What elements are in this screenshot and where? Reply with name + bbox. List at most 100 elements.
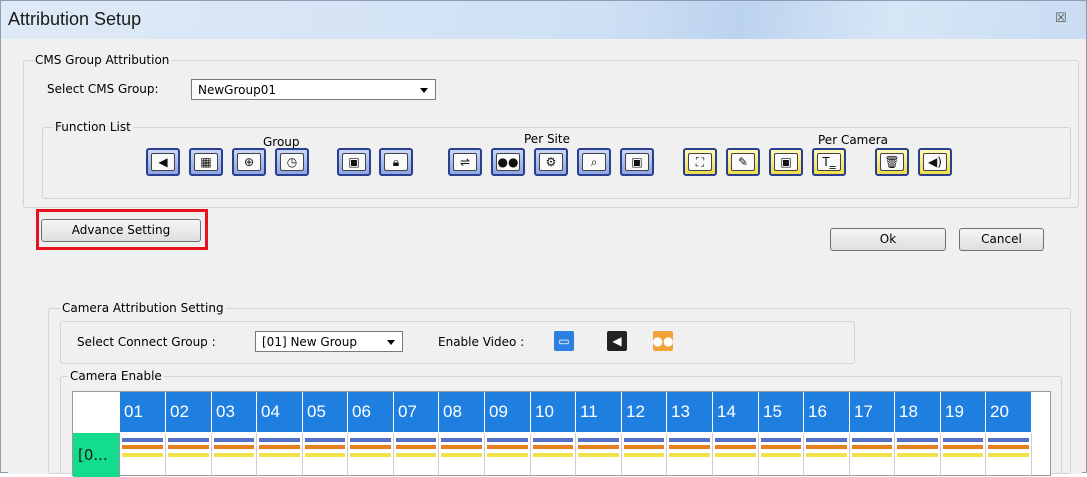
camera-column-10[interactable]: 10	[531, 392, 576, 432]
camera-image-settings-button[interactable]: ▣	[769, 148, 803, 176]
camera-cell-05[interactable]	[303, 433, 348, 477]
cms-group-select-value: NewGroup01	[198, 83, 276, 97]
attribution-setup-window: Attribution Setup ☒ CMS Group Attributio…	[0, 0, 1087, 477]
per-site-category-label: Per Site	[524, 132, 570, 146]
camera-column-12[interactable]: 12	[622, 392, 667, 432]
group-back-button[interactable]: ◀	[146, 148, 180, 176]
camera-column-04[interactable]: 04	[257, 392, 303, 432]
site-search-button[interactable]: ⌕	[577, 148, 611, 176]
cms-group-legend: CMS Group Attribution	[33, 53, 172, 67]
camera-column-13[interactable]: 13	[667, 392, 713, 432]
image-settings-icon: ▣	[774, 153, 798, 171]
window-title: Attribution Setup	[8, 9, 142, 29]
edit-icon: ✎	[731, 153, 755, 171]
camera-cell-11[interactable]	[576, 433, 622, 477]
connect-group-row-label: [0...	[78, 446, 108, 464]
select-cms-group-label: Select CMS Group:	[47, 82, 159, 96]
camera-cell-13[interactable]	[667, 433, 713, 477]
client-area: CMS Group Attribution Select CMS Group: …	[8, 39, 1082, 477]
trash-icon: 🗑︎	[880, 153, 904, 171]
site-image-export-button[interactable]: ▣	[620, 148, 654, 176]
search-icon: ⌕	[582, 153, 606, 171]
clock-icon: ◷	[280, 153, 304, 171]
camera-column-01[interactable]: 01	[120, 392, 166, 432]
group-lock-button[interactable]: 🔒︎	[379, 148, 413, 176]
camera-text-bar-button[interactable]: T‗	[812, 148, 846, 176]
camera-enable-grid[interactable]: 01 02 03 04 05 06 07 08 09 10 11 12 13 1…	[72, 391, 1051, 477]
camera-frame-button[interactable]: ⛶	[683, 148, 717, 176]
camera-icon[interactable]: ●●	[653, 331, 673, 351]
camera-trash-button[interactable]: 🗑︎	[875, 148, 909, 176]
gear-icon: ⚙	[539, 153, 563, 171]
per-camera-category-label: Per Camera	[818, 133, 889, 147]
advance-setting-button[interactable]: Advance Setting	[41, 219, 201, 242]
camera-cell-14[interactable]	[713, 433, 759, 477]
select-connect-group-label: Select Connect Group :	[77, 335, 216, 349]
camera-column-17[interactable]: 17	[850, 392, 895, 432]
camera-column-16[interactable]: 16	[804, 392, 850, 432]
title-bar: Attribution Setup ☒	[1, 1, 1086, 39]
image-export-icon: ▣	[625, 153, 649, 171]
camera-cell-07[interactable]	[394, 433, 439, 477]
camera-column-11[interactable]: 11	[576, 392, 622, 432]
cms-group-select[interactable]: NewGroup01	[191, 79, 436, 100]
enable-video-label: Enable Video :	[438, 335, 525, 349]
camera-cell-09[interactable]	[485, 433, 531, 477]
camera-column-19[interactable]: 19	[941, 392, 986, 432]
left-arrow-icon[interactable]: ◀	[607, 331, 627, 351]
camera-cell-06[interactable]	[348, 433, 394, 477]
camera-attribution-legend: Camera Attribution Setting	[60, 301, 226, 315]
monitor-icon[interactable]: ▭	[554, 331, 574, 351]
film-grid-icon: ▦	[194, 153, 218, 171]
camera-column-05[interactable]: 05	[303, 392, 348, 432]
camera-cell-19[interactable]	[941, 433, 986, 477]
camera-column-02[interactable]: 02	[166, 392, 212, 432]
camera-cell-01[interactable]	[120, 433, 166, 477]
close-icon[interactable]: ☒	[1055, 11, 1067, 26]
camera-column-15[interactable]: 15	[759, 392, 804, 432]
group-globe-button[interactable]: ⊕	[232, 148, 266, 176]
camera-cell-12[interactable]	[622, 433, 667, 477]
camera-cell-15[interactable]	[759, 433, 804, 477]
site-camera-button[interactable]: ●●	[491, 148, 525, 176]
camera-column-07[interactable]: 07	[394, 392, 439, 432]
camera-icon: ●●	[496, 153, 520, 171]
camera-cell-02[interactable]	[166, 433, 212, 477]
connect-group-select[interactable]: [01] New Group	[255, 331, 403, 352]
lock-icon: 🔒︎	[384, 153, 408, 171]
camera-column-18[interactable]: 18	[895, 392, 941, 432]
ok-button[interactable]: Ok	[830, 228, 946, 251]
site-plug-button[interactable]: ⇌	[448, 148, 482, 176]
camera-cell-20[interactable]	[986, 433, 1032, 477]
globe-icon: ⊕	[237, 153, 261, 171]
plug-icon: ⇌	[453, 153, 477, 171]
chevron-down-icon	[387, 340, 395, 345]
speaker-icon: ◀)	[923, 153, 947, 171]
function-list-legend: Function List	[53, 120, 133, 134]
frame-icon: ⛶	[688, 153, 712, 171]
camera-cell-08[interactable]	[439, 433, 485, 477]
chevron-down-icon	[420, 88, 428, 93]
connect-group-row-header[interactable]: [0...	[73, 433, 120, 477]
camera-column-09[interactable]: 09	[485, 392, 531, 432]
camera-cell-16[interactable]	[804, 433, 850, 477]
camera-cell-10[interactable]	[531, 433, 576, 477]
text-bar-icon: T‗	[817, 153, 841, 171]
camera-edit-button[interactable]: ✎	[726, 148, 760, 176]
group-film-grid-button[interactable]: ▦	[189, 148, 223, 176]
camera-column-06[interactable]: 06	[348, 392, 394, 432]
camera-column-14[interactable]: 14	[713, 392, 759, 432]
camera-speaker-button[interactable]: ◀)	[918, 148, 952, 176]
camera-column-20[interactable]: 20	[986, 392, 1032, 432]
cancel-button[interactable]: Cancel	[959, 228, 1044, 251]
camera-cell-18[interactable]	[895, 433, 941, 477]
site-gear-button[interactable]: ⚙	[534, 148, 568, 176]
camera-cell-03[interactable]	[212, 433, 257, 477]
camera-cell-17[interactable]	[850, 433, 895, 477]
camera-column-03[interactable]: 03	[212, 392, 257, 432]
camera-cell-04[interactable]	[257, 433, 303, 477]
group-clock-button[interactable]: ◷	[275, 148, 309, 176]
group-image-button[interactable]: ▣	[337, 148, 371, 176]
left-arrow-icon: ◀	[151, 153, 175, 171]
camera-column-08[interactable]: 08	[439, 392, 485, 432]
